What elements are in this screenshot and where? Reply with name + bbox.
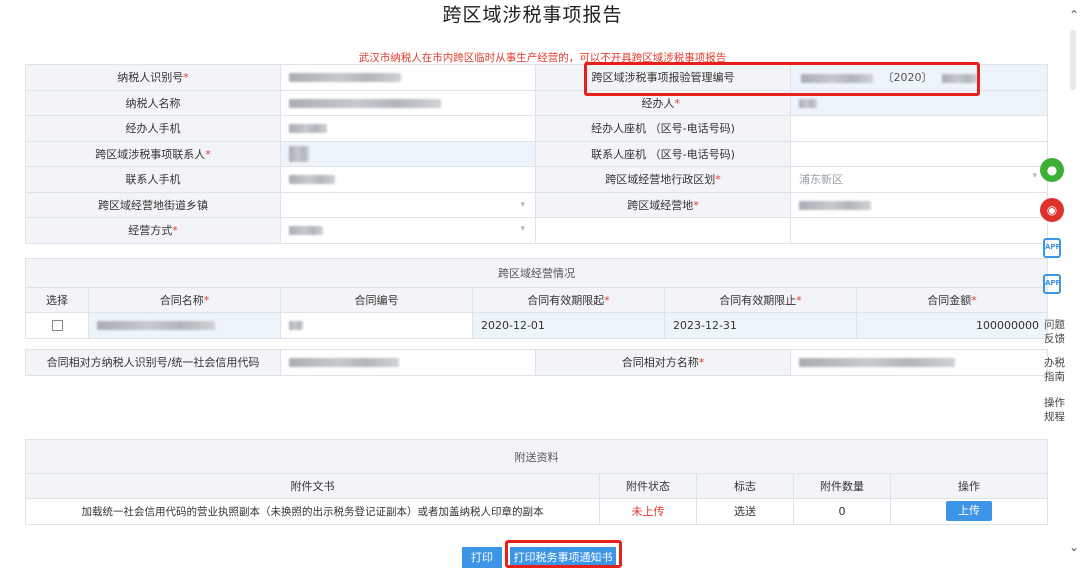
attachment-doc-cell: 加载统一社会信用代码的营业执照副本（未换照的出示税务登记证副本）或者加盖纳税人印… [25, 498, 600, 525]
attachment-flag-cell: 选送 [696, 498, 794, 525]
mode-select[interactable]: ▾ [280, 217, 536, 244]
chevron-down-icon[interactable]: ⌄ [1069, 540, 1079, 554]
attachment-status-cell: 未上传 [599, 498, 697, 525]
col-start-date: 合同有效期限起* [472, 287, 665, 313]
chevron-down-icon: ▾ [520, 223, 525, 234]
empty-cell [790, 217, 1048, 244]
highlight-report-number [584, 62, 980, 96]
chevron-down-icon: ▾ [1032, 171, 1037, 182]
chevron-down-icon: ▾ [520, 199, 525, 210]
contact-phone-field[interactable] [280, 166, 536, 193]
end-date-cell[interactable]: 2023-12-31 [664, 312, 857, 339]
print-button[interactable]: 打印 [462, 547, 502, 568]
scroll-thumb[interactable] [1070, 30, 1076, 90]
contact-label: 跨区域涉税事项联系人* [25, 140, 281, 167]
attachment-count-cell: 0 [793, 498, 891, 525]
contract-number-cell[interactable] [280, 312, 473, 339]
highlight-print-notice [505, 540, 622, 568]
business-section-title: 跨区域经营情况 [25, 258, 1048, 288]
scrollbar[interactable]: ⌃ ⌄ [1066, 0, 1080, 568]
empty-cell [535, 217, 791, 244]
attachments-table: 附送资料 附件文书 附件状态 标志 附件数量 操作 加载统一社会信用代码的营业执… [25, 439, 1048, 525]
col-count: 附件数量 [793, 473, 891, 499]
attachments-section-title: 附送资料 [25, 439, 1048, 474]
row-select-cell [25, 312, 89, 339]
contact-landline-field[interactable] [790, 140, 1048, 167]
admin-region-select[interactable]: 浦东新区 ▾ [790, 166, 1048, 193]
app-icon[interactable]: APP [1043, 238, 1061, 258]
taxpayer-id-label: 纳税人识别号* [25, 64, 281, 91]
weibo-icon[interactable]: ◉ [1040, 198, 1064, 222]
contact-field[interactable] [280, 140, 536, 167]
col-select: 选择 [25, 287, 89, 313]
row-checkbox[interactable] [51, 320, 63, 332]
attachment-action-cell: 上传 [890, 498, 1048, 525]
street-label: 跨区域经营地街道乡镇 [25, 191, 281, 218]
upload-button[interactable]: 上传 [946, 501, 992, 522]
side-rail: ● ◉ APP APP [1038, 158, 1066, 310]
page-title: 跨区域涉税事项报告 [442, 4, 623, 26]
col-amount: 合同金额* [856, 287, 1048, 313]
counterparty-id-label: 合同相对方纳税人识别号/统一社会信用代码 [25, 349, 281, 376]
taxpayer-name-field[interactable] [280, 89, 536, 116]
col-attachment-status: 附件状态 [599, 473, 697, 499]
handler-landline-field[interactable] [790, 115, 1048, 142]
table-row: 2020-12-01 2023-12-31 100000000 [25, 312, 1048, 339]
business-table: 跨区域经营情况 选择 合同名称* 合同编号 合同有效期限起* 合同有效期限止* … [25, 258, 1048, 339]
counterparty-table: 合同相对方纳税人识别号/统一社会信用代码 合同相对方名称* [25, 349, 1048, 376]
contact-phone-label: 联系人手机 [25, 166, 281, 193]
table-row: 加载统一社会信用代码的营业执照副本（未换照的出示税务登记证副本）或者加盖纳税人印… [25, 498, 1048, 525]
admin-region-label: 跨区域经营地行政区划* [535, 166, 791, 193]
col-flag: 标志 [696, 473, 794, 499]
start-date-cell[interactable]: 2020-12-01 [472, 312, 665, 339]
col-action: 操作 [890, 473, 1048, 499]
counterparty-name-field[interactable] [790, 349, 1048, 376]
wechat-icon[interactable]: ● [1040, 158, 1064, 182]
contract-name-cell[interactable] [88, 312, 281, 339]
taxpayer-name-label: 纳税人名称 [25, 89, 281, 116]
col-contract-number: 合同编号 [280, 287, 473, 313]
counterparty-id-field[interactable] [280, 349, 536, 376]
col-contract-name: 合同名称* [88, 287, 281, 313]
street-select[interactable]: ▾ [280, 191, 536, 218]
col-end-date: 合同有效期限止* [664, 287, 857, 313]
mode-label: 经营方式* [25, 217, 281, 244]
location-field[interactable] [790, 191, 1048, 218]
app-icon[interactable]: APP [1043, 274, 1061, 294]
handler-phone-field[interactable] [280, 115, 536, 142]
location-label: 跨区域经营地* [535, 191, 791, 218]
handler-phone-label: 经办人手机 [25, 115, 281, 142]
chevron-up-icon[interactable]: ⌃ [1069, 8, 1079, 22]
handler-landline-label: 经办人座机 （区号-电话号码) [535, 115, 791, 142]
counterparty-name-label: 合同相对方名称* [535, 349, 791, 376]
amount-cell[interactable]: 100000000 [856, 312, 1048, 339]
taxpayer-id-field[interactable] [280, 64, 536, 91]
col-attachment-doc: 附件文书 [25, 473, 600, 499]
contact-landline-label: 联系人座机 （区号-电话号码) [535, 140, 791, 167]
